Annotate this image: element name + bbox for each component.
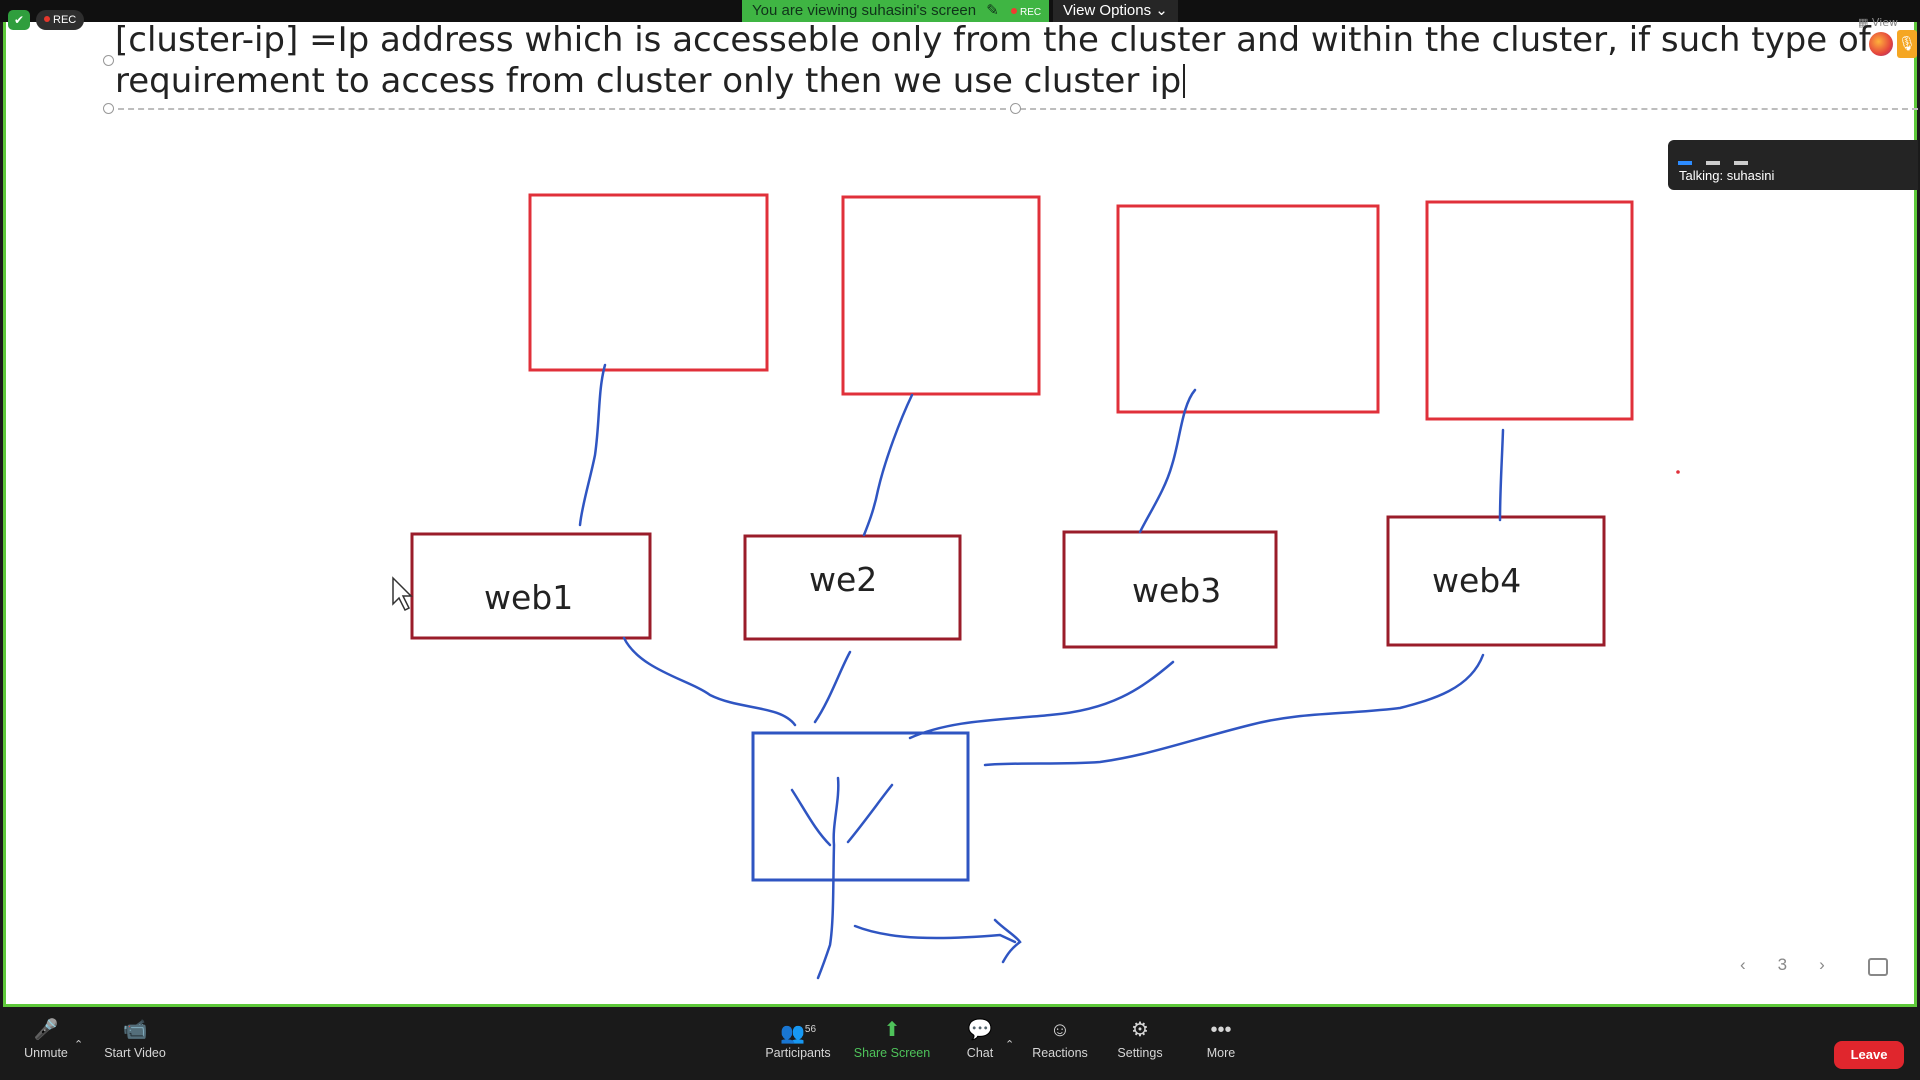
arrow-head [993,918,1022,964]
connector-pod4-web4 [1498,428,1505,522]
connector-web3-service [908,660,1175,740]
meeting-toolbar: 🎤 Unmute ⌃ 📹 Start Video 👥56 Participant… [0,1008,1920,1080]
chevron-up-icon[interactable]: ⌃ [1005,1038,1014,1051]
chat-icon: 💬 [967,1019,993,1041]
connector-pod1-web1 [578,363,607,527]
start-video-button[interactable]: 📹 Start Video [100,1018,170,1060]
connector-web2-service [813,650,852,724]
chevron-right-icon[interactable]: › [1819,955,1825,975]
video-off-icon: 📹 [122,1019,148,1041]
leave-button[interactable]: Leave [1834,1041,1904,1069]
connector-web1-service [622,636,797,727]
more-button[interactable]: ••• More [1200,1018,1242,1060]
service-box [751,731,970,882]
page-number: 3 [1777,955,1788,974]
talking-label: Talking: suhasini [1679,168,1775,183]
minimize-icon[interactable] [1678,161,1692,165]
reactions-button[interactable]: ☺ Reactions [1030,1018,1090,1060]
connector-pod2-web2 [862,393,914,537]
reactions-icon: ☺ [1049,1019,1071,1041]
service-branch-left [790,788,832,847]
add-slide-icon[interactable] [1868,958,1888,976]
unmute-button[interactable]: 🎤 Unmute [18,1018,74,1060]
speaker-view-icon[interactable] [1706,161,1720,165]
more-icon: ••• [1210,1019,1232,1041]
stray-mark [1676,470,1680,474]
pod-box-3 [1116,204,1380,414]
gallery-view-icon[interactable] [1734,161,1748,165]
share-screen-icon: ⬆ [883,1019,901,1041]
cursor-arrow-icon [392,576,413,612]
microphone-off-icon: 🎤 [33,1019,59,1041]
pod-box-2 [841,195,1041,396]
participants-icon: 👥56 [779,1022,817,1045]
connector-web4-service [983,653,1485,767]
talking-panel[interactable]: Talking: suhasini [1668,140,1918,190]
participants-count: 56 [804,1024,817,1035]
web-box-label: web3 [1132,571,1222,610]
chevron-up-icon[interactable]: ⌃ [74,1038,83,1051]
participants-button[interactable]: 👥56 Participants [762,1018,834,1060]
chat-button[interactable]: 💬 Chat [962,1018,998,1060]
share-screen-button[interactable]: ⬆ Share Screen [852,1018,932,1060]
chevron-left-icon[interactable]: ‹ [1740,955,1746,975]
view-mode-tabs[interactable] [1678,150,1762,169]
whiteboard-diagram [392,193,1680,980]
service-trunk-line [816,776,840,980]
web-box-label: we2 [809,560,878,599]
web-box-label: web4 [1432,561,1522,600]
pod-box-4 [1425,200,1634,421]
pod-box-1 [528,193,769,372]
gear-icon: ⚙ [1131,1019,1149,1041]
settings-button[interactable]: ⚙ Settings [1112,1018,1168,1060]
service-branch-right [846,783,894,844]
web-box-label: web1 [484,578,574,617]
arrow-line [853,924,1017,944]
slide-pager: ‹ 3 › [1740,955,1857,975]
